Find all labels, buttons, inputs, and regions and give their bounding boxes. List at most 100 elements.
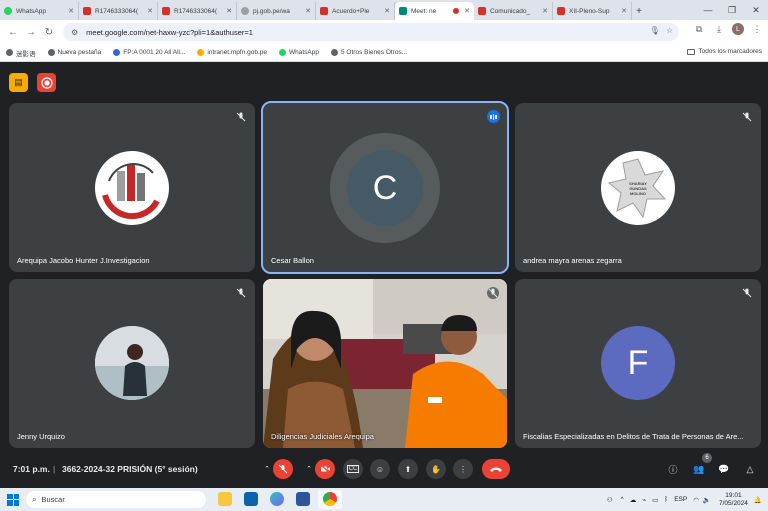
close-icon[interactable]: ✕ — [226, 7, 232, 15]
search-placeholder: Buscar — [41, 495, 65, 504]
present-screen-button[interactable]: ⬆ — [398, 459, 418, 479]
audio-options-chevron-icon[interactable]: ⌃ — [261, 459, 273, 479]
browser-tab[interactable]: XII-Pleno-Sup ✕ — [553, 2, 632, 20]
wifi-icon[interactable]: ◠ — [693, 496, 699, 504]
maximize-icon[interactable]: ❐ — [720, 0, 744, 20]
all-bookmarks[interactable]: Todos los marcadores — [687, 48, 762, 55]
separator: | — [53, 464, 56, 474]
participant-video — [263, 279, 507, 448]
participant-name: Cesar Ballon — [271, 256, 314, 265]
usb-icon[interactable]: ⌁ — [642, 496, 646, 504]
browser-tab[interactable]: Acuerdo+Ple ✕ — [316, 2, 395, 20]
bluetooth-icon[interactable]: ᛒ — [664, 496, 668, 503]
microphone-icon[interactable]: 🎙 — [650, 26, 660, 35]
mail-icon[interactable] — [244, 492, 258, 506]
browser-tab[interactable]: R1746333064( ✕ — [79, 2, 158, 20]
participant-name: Arequipa Jacobo Hunter J.Investigacion — [17, 256, 150, 265]
bookmark-star-icon[interactable]: ☆ — [666, 26, 673, 35]
profile-avatar[interactable]: L — [732, 23, 744, 35]
captions-off-icon[interactable]: ▤ — [9, 73, 28, 92]
participant-tile[interactable]: Jenny Urquizo — [9, 279, 255, 448]
clock-time: 19:01 — [725, 491, 742, 499]
bookmark-item[interactable]: 迷影语 — [6, 48, 36, 58]
participant-tile-active-speaker[interactable]: C Cesar Ballon — [261, 101, 509, 274]
mic-off-icon — [742, 112, 752, 122]
browser-tab-active[interactable]: Meet: ne ✕ — [395, 2, 474, 20]
word-icon[interactable] — [296, 492, 310, 506]
recording-icon[interactable] — [37, 73, 56, 92]
close-icon[interactable]: ✕ — [464, 7, 470, 15]
volume-icon[interactable]: 🔈 — [703, 496, 711, 504]
close-window-icon[interactable]: ✕ — [744, 0, 768, 20]
window-controls: — ❐ ✕ — [696, 0, 768, 20]
camera-toggle-button[interactable] — [315, 459, 335, 479]
file-explorer-icon[interactable] — [218, 492, 232, 506]
search-icon: ⌕ — [32, 494, 37, 504]
bookmark-item[interactable]: WhatsApp — [279, 49, 319, 56]
browser-toolbar: ← → ↻ ⚙ meet.google.com/net-haxw-yzc?pli… — [0, 20, 768, 44]
close-icon[interactable]: ✕ — [305, 7, 311, 15]
emoji-reaction-button[interactable]: ☺ — [370, 459, 390, 479]
meet-control-bar: 7:01 p.m. | 3662-2024-32 PRISIÓN (5° ses… — [0, 450, 768, 488]
meeting-details-icon[interactable]: ⓘ — [666, 462, 680, 476]
activities-icon[interactable]: △ — [743, 462, 757, 476]
chevron-up-icon[interactable]: ^ — [621, 496, 624, 503]
forward-icon[interactable]: → — [22, 23, 40, 41]
battery-icon[interactable]: ▭ — [652, 496, 658, 504]
mic-off-icon — [278, 464, 288, 474]
close-icon[interactable]: ✕ — [384, 7, 390, 15]
mic-off-icon — [487, 287, 499, 299]
downloads-icon[interactable]: ⤓ — [712, 24, 726, 35]
menu-kebab-icon[interactable]: ⋮ — [750, 24, 764, 35]
participant-tile[interactable]: SHARIAY GUNDAS MOLINO andrea mayra arena… — [515, 103, 761, 272]
notifications-icon[interactable]: 🔔 — [754, 496, 762, 504]
browser-tab[interactable]: WhatsApp ✕ — [0, 2, 79, 20]
minimize-icon[interactable]: — — [696, 0, 720, 20]
participant-video-tile[interactable]: Diligencias Judiciales Arequipa — [263, 279, 507, 448]
participant-badge-avatar: SHARIAY GUNDAS MOLINO — [601, 151, 675, 225]
cloud-icon[interactable]: ☁ — [630, 496, 637, 504]
tab-label: R1746333064( — [95, 7, 139, 15]
bookmark-item[interactable]: FP:A 0001 20 All All... — [113, 49, 185, 56]
globe-icon — [47, 49, 55, 56]
windows-start-icon[interactable] — [7, 493, 19, 506]
chat-icon[interactable]: 💬 — [717, 462, 731, 476]
taskbar-search[interactable]: ⌕ Buscar — [26, 491, 206, 508]
taskbar-clock[interactable]: 19:01 7/05/2024 — [719, 492, 748, 508]
people-icon[interactable]: 👥 — [692, 462, 706, 476]
more-options-button[interactable]: ⋮ — [453, 459, 473, 479]
video-options-chevron-icon[interactable]: ⌃ — [303, 459, 315, 479]
site-info-icon[interactable]: ⚙ — [71, 28, 78, 37]
badge-line: MOLINO — [629, 190, 646, 196]
language-indicator[interactable]: ESP — [674, 496, 687, 503]
copilot-tray-icon[interactable]: ⚇ — [607, 496, 613, 504]
copilot-icon[interactable] — [270, 492, 284, 506]
captions-button[interactable]: CC — [343, 459, 363, 479]
address-bar[interactable]: ⚙ meet.google.com/net-haxw-yzc?pli=1&aut… — [63, 23, 679, 41]
close-icon[interactable]: ✕ — [542, 7, 548, 15]
bookmark-label: Nueva pestaña — [57, 49, 102, 56]
tab-label: Comunicado_ — [490, 7, 531, 15]
bookmark-item[interactable]: Nueva pestaña — [47, 49, 102, 56]
back-icon[interactable]: ← — [4, 23, 22, 41]
browser-tab-strip: WhatsApp ✕ R1746333064(✕ R1746333064(✕ pj… — [0, 0, 768, 20]
raise-hand-button[interactable]: ✋ — [426, 459, 446, 479]
mic-toggle-button[interactable] — [273, 459, 293, 479]
bookmark-item[interactable]: intranet.mpfn.gob.pe — [197, 49, 267, 56]
bookmark-item[interactable]: 5 Otros Bienes Otros... — [331, 49, 407, 56]
participant-tile[interactable]: Arequipa Jacobo Hunter J.Investigacion — [9, 103, 255, 272]
browser-tab[interactable]: pj.gob.pe/wa ✕ — [237, 2, 316, 20]
extensions-icon[interactable]: ⧉ — [692, 24, 706, 35]
meet-stage: ▤ Arequipa Jacobo Hunter J.Investigacion… — [0, 62, 768, 488]
emoji-icon: ☺ — [375, 464, 385, 474]
close-icon[interactable]: ✕ — [147, 7, 153, 15]
reload-icon[interactable]: ↻ — [40, 23, 58, 41]
close-icon[interactable]: ✕ — [68, 7, 74, 15]
pdf-icon — [83, 7, 91, 15]
browser-tab[interactable]: R1746333064(✕ — [158, 2, 237, 20]
participant-tile[interactable]: F Fiscalias Especializadas en Delitos de… — [515, 279, 761, 448]
close-icon[interactable]: ✕ — [621, 7, 627, 15]
leave-call-button[interactable] — [482, 459, 510, 479]
new-tab-button[interactable]: + — [632, 2, 646, 20]
browser-tab[interactable]: Comunicado_ ✕ — [474, 2, 553, 20]
